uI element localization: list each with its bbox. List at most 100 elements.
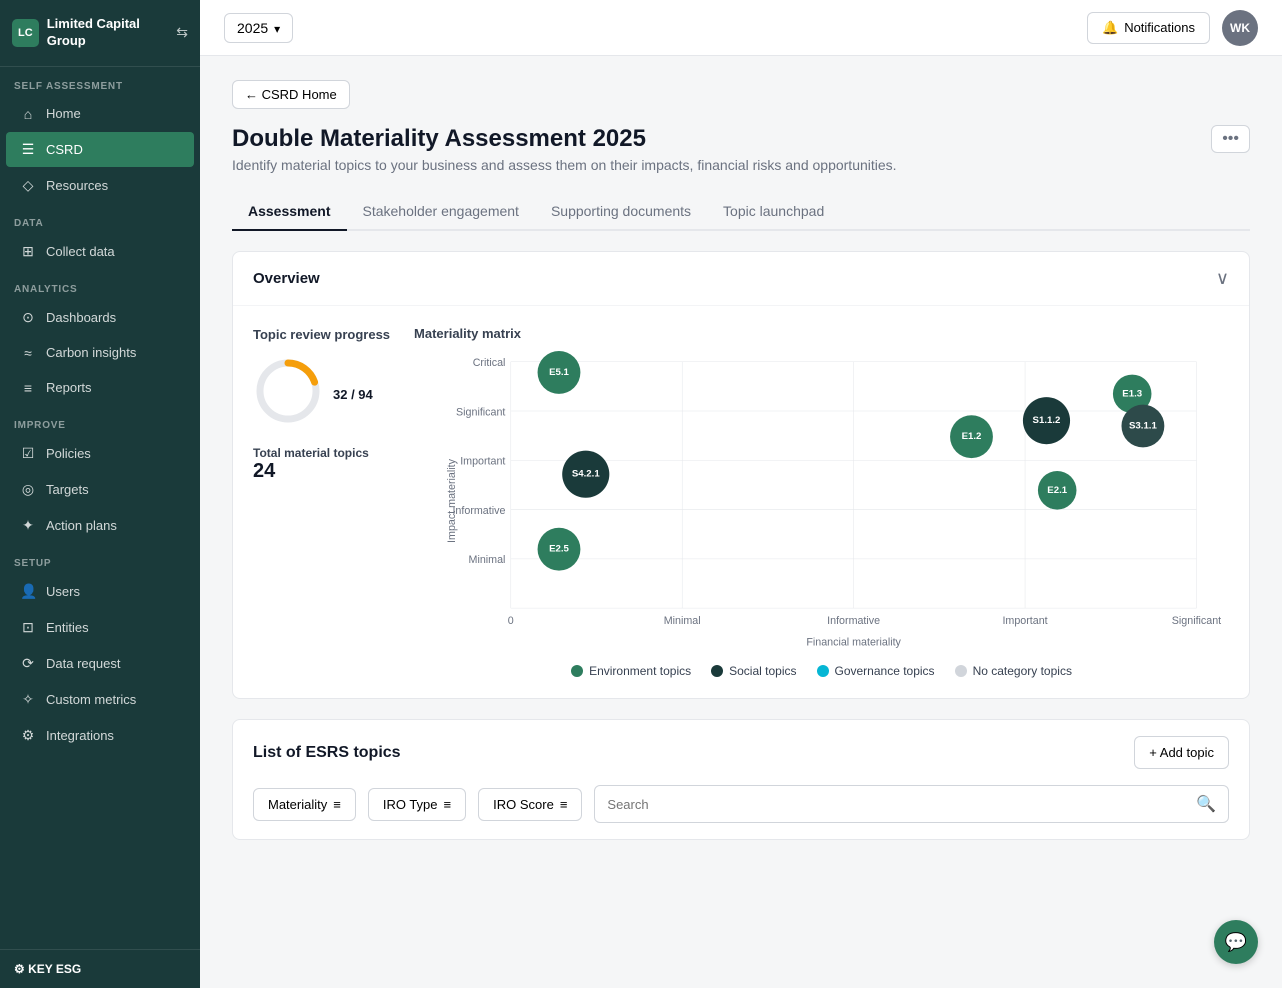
entities-label: Entities: [46, 620, 89, 635]
materiality-matrix-chart: .axis-label { font-size: 10px; fill: #6b…: [414, 351, 1229, 651]
sidebar-section-label: ANALYTICS: [0, 270, 200, 299]
sidebar: LC Limited Capital Group ⇆ SELF ASSESSME…: [0, 0, 200, 988]
footer-logo: ⚙ KEY ESG: [14, 962, 81, 976]
avatar-initials: WK: [1230, 21, 1250, 35]
more-options-button[interactable]: •••: [1211, 125, 1250, 153]
progress-value: 32 / 94: [333, 387, 373, 404]
materiality-filter[interactable]: Materiality ≡: [253, 788, 356, 821]
sidebar-toggle-icon[interactable]: ⇆: [176, 24, 188, 41]
sidebar-item-custom-metrics[interactable]: ✧ Custom metrics: [6, 682, 194, 717]
svg-text:S3.1.1: S3.1.1: [1129, 421, 1157, 432]
iro-type-filter[interactable]: IRO Type ≡: [368, 788, 466, 821]
svg-text:Informative: Informative: [827, 615, 880, 627]
topbar: 2025 🔔 Notifications WK: [200, 0, 1282, 56]
sidebar-item-resources[interactable]: ◇ Resources: [6, 168, 194, 203]
data-request-icon: ⟳: [20, 655, 36, 672]
sidebar-item-carbon-insights[interactable]: ≈Carbon insights: [6, 336, 194, 370]
sidebar-item-entities[interactable]: ⊡ Entities: [6, 610, 194, 645]
matrix-legend: Environment topics Social topics Governanc…: [414, 664, 1229, 678]
materiality-label: Materiality: [268, 797, 327, 812]
resources-label: Resources: [46, 178, 108, 193]
total-material-label: Total material topics: [253, 446, 390, 460]
sidebar-item-csrd[interactable]: ☰ CSRD: [6, 132, 194, 167]
sidebar-item-integrations[interactable]: ⚙Integrations: [6, 718, 194, 753]
sidebar-item-reports[interactable]: ≡ Reports: [6, 371, 194, 405]
svg-text:E2.5: E2.5: [549, 544, 569, 555]
filter-icon-2: ≡: [444, 797, 452, 812]
svg-text:Significant: Significant: [456, 406, 505, 418]
entities-icon: ⊡: [20, 619, 36, 636]
sidebar-item-action-plans[interactable]: ✦Action plans: [6, 508, 194, 543]
sidebar-section-label: DATA: [0, 204, 200, 233]
tab-launchpad[interactable]: Topic launchpad: [707, 193, 840, 231]
legend-item: No category topics: [955, 664, 1072, 678]
topics-section-title: List of ESRS topics: [253, 744, 401, 762]
custom-metrics-label: Custom metrics: [46, 692, 136, 707]
sidebar-item-dashboards[interactable]: ⊙Dashboards: [6, 300, 194, 335]
main-content: 2025 🔔 Notifications WK ← CSRD Home Doub…: [200, 0, 1282, 988]
tab-assessment[interactable]: Assessment: [232, 193, 347, 231]
svg-text:S4.2.1: S4.2.1: [572, 469, 600, 480]
more-icon: •••: [1222, 130, 1239, 147]
company-name: Limited Capital Group: [47, 16, 177, 50]
back-button[interactable]: ← CSRD Home: [232, 80, 350, 109]
legend-item: Social topics: [711, 664, 796, 678]
sidebar-sections: SELF ASSESSMENT⌂Home☰CSRD◇ResourcesDATA⊞…: [0, 67, 200, 754]
sidebar-section-label: IMPROVE: [0, 406, 200, 435]
matrix-title: Materiality matrix: [414, 326, 1229, 341]
overview-stats: Topic review progress 32 / 94: [253, 326, 390, 678]
integrations-icon: ⚙: [20, 727, 36, 744]
notifications-button[interactable]: 🔔 Notifications: [1087, 12, 1210, 44]
sidebar-item-data-request[interactable]: ⟳Data request: [6, 646, 194, 681]
page-content: ← CSRD Home Double Materiality Assessmen…: [200, 56, 1282, 988]
targets-label: Targets: [46, 482, 89, 497]
users-label: Users: [46, 584, 80, 599]
svg-text:E1.3: E1.3: [1122, 388, 1142, 399]
iro-score-filter[interactable]: IRO Score ≡: [478, 788, 582, 821]
sidebar-item-home[interactable]: ⌂Home: [6, 97, 194, 131]
filter-icon-3: ≡: [560, 797, 568, 812]
total-material-value: 24: [253, 460, 390, 483]
overview-collapse-icon[interactable]: ∨: [1216, 268, 1229, 289]
search-input[interactable]: [607, 797, 1188, 812]
overview-card-header: Overview ∨: [233, 252, 1249, 306]
reports-icon: ≡: [20, 380, 36, 396]
collect-data-icon: ⊞: [20, 243, 36, 260]
legend-item: Environment topics: [571, 664, 691, 678]
csrd-label: CSRD: [46, 142, 83, 157]
svg-text:E5.1: E5.1: [549, 367, 569, 378]
home-icon: ⌂: [20, 106, 36, 122]
sidebar-item-users[interactable]: 👤Users: [6, 574, 194, 609]
tab-supporting[interactable]: Supporting documents: [535, 193, 707, 231]
user-avatar[interactable]: WK: [1222, 10, 1258, 46]
carbon-insights-label: Carbon insights: [46, 345, 136, 360]
matrix-area: Materiality matrix .axis-label { font-si…: [414, 326, 1229, 678]
dashboards-label: Dashboards: [46, 310, 116, 325]
custom-metrics-icon: ✧: [20, 691, 36, 708]
legend-dot: [711, 665, 723, 677]
svg-text:Important: Important: [460, 456, 505, 468]
chat-bubble-button[interactable]: 💬: [1214, 920, 1258, 964]
svg-text:Minimal: Minimal: [664, 615, 701, 627]
policies-label: Policies: [46, 446, 91, 461]
sidebar-item-collect-data[interactable]: ⊞Collect data: [6, 234, 194, 269]
action-plans-label: Action plans: [46, 518, 117, 533]
svg-text:Important: Important: [1002, 615, 1047, 627]
add-topic-label: + Add topic: [1149, 745, 1214, 760]
year-label: 2025: [237, 20, 268, 36]
year-selector[interactable]: 2025: [224, 13, 293, 43]
csrd-icon: ☰: [20, 141, 36, 158]
legend-item: Governance topics: [817, 664, 935, 678]
page-title: Double Materiality Assessment 2025: [232, 125, 646, 153]
svg-text:Impact materiality: Impact materiality: [446, 458, 458, 543]
svg-text:E2.1: E2.1: [1047, 485, 1067, 496]
targets-icon: ◎: [20, 481, 36, 498]
add-topic-button[interactable]: + Add topic: [1134, 736, 1229, 769]
topbar-right: 🔔 Notifications WK: [1087, 10, 1258, 46]
reports-label: Reports: [46, 380, 92, 395]
resources-icon: ◇: [20, 177, 36, 194]
year-chevron-icon: [274, 20, 280, 36]
sidebar-item-policies[interactable]: ☑Policies: [6, 436, 194, 471]
sidebar-item-targets[interactable]: ◎ Targets: [6, 472, 194, 507]
tab-stakeholder[interactable]: Stakeholder engagement: [347, 193, 535, 231]
